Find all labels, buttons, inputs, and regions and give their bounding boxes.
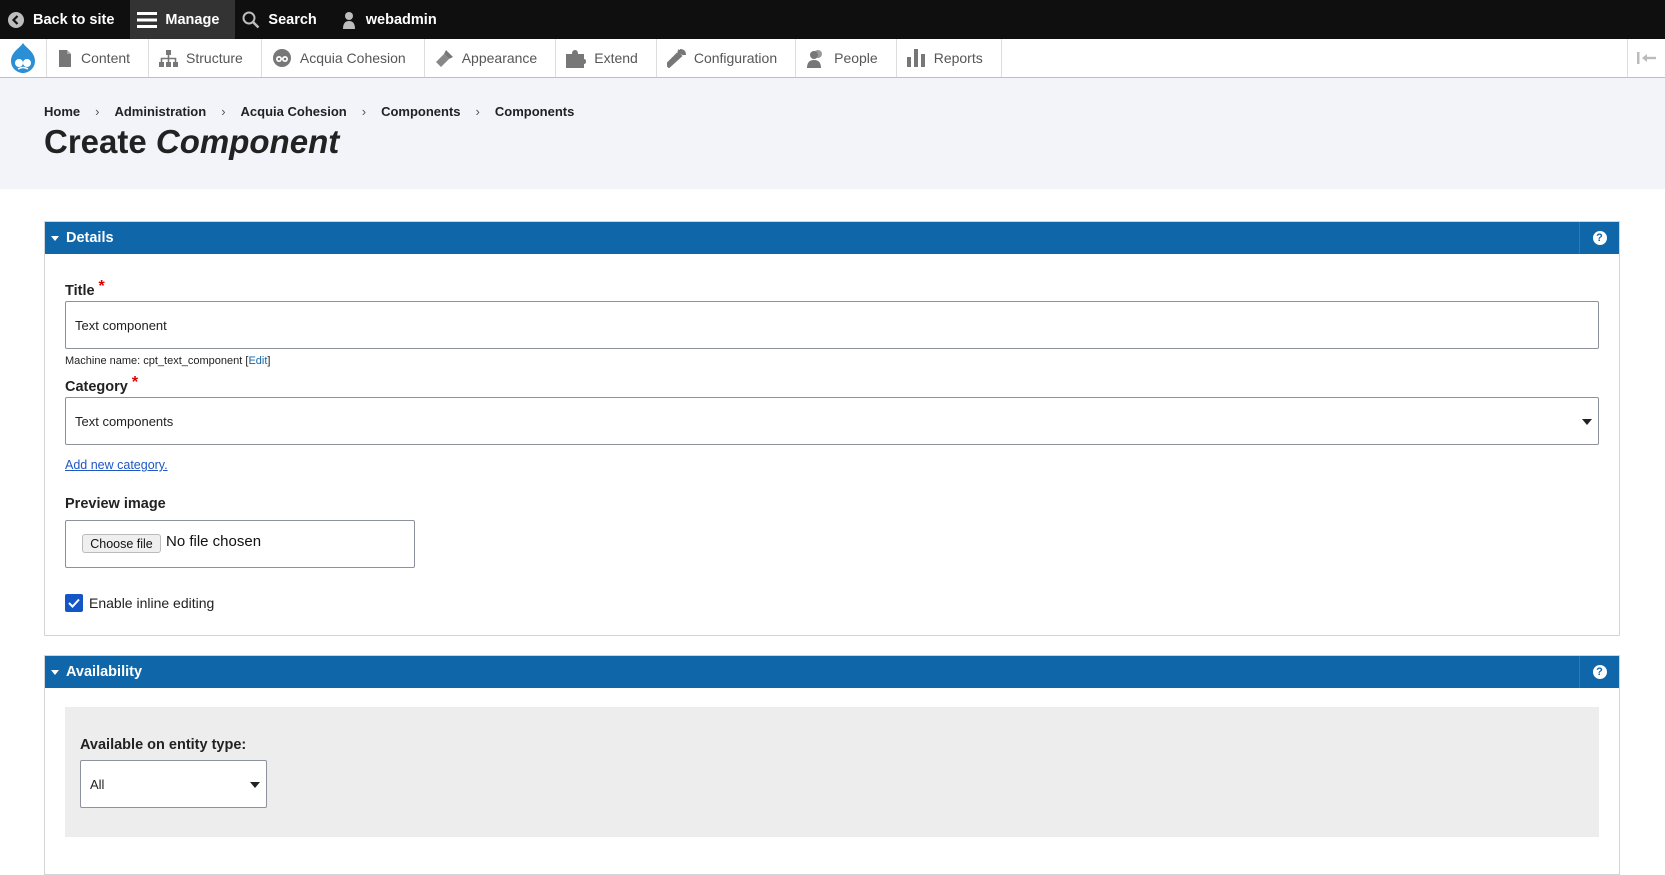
availability-fieldset: Availability ? Available on entity type:… xyxy=(44,655,1620,875)
user-icon xyxy=(342,11,355,29)
no-file-text: No file chosen xyxy=(166,533,262,550)
entity-type-container: Available on entity type: All xyxy=(65,707,1599,837)
menu-item-label: Configuration xyxy=(693,50,778,66)
top-toolbar: Back to site Manage Search webadmin xyxy=(0,0,1665,39)
manage-label: Manage xyxy=(165,11,220,28)
manage-tab[interactable]: Manage xyxy=(130,0,236,39)
collapse-arrow-icon xyxy=(1636,52,1656,64)
user-tab[interactable]: webadmin xyxy=(333,0,453,39)
page-title-emphasis: Component xyxy=(155,123,340,160)
entity-type-select[interactable]: All xyxy=(80,760,267,808)
details-heading: Details xyxy=(66,230,114,246)
menu-item-content[interactable]: Content xyxy=(47,39,150,77)
menu-item-extend[interactable]: Extend xyxy=(556,39,657,77)
add-new-category-link[interactable]: Add new category. xyxy=(65,458,168,472)
back-arrow-icon xyxy=(8,11,24,28)
file-icon xyxy=(59,49,71,67)
back-to-site-label: Back to site xyxy=(33,11,115,28)
machine-name-edit-link[interactable]: Edit xyxy=(248,355,267,367)
checkmark-icon xyxy=(68,598,80,608)
menu-item-structure[interactable]: Structure xyxy=(149,39,262,77)
collapse-tray-button[interactable] xyxy=(1627,39,1665,77)
cohesion-icon xyxy=(272,49,291,67)
preview-image-field[interactable]: Choose file No file chosen xyxy=(65,520,415,568)
menu-item-label: Appearance xyxy=(461,50,538,66)
search-icon xyxy=(242,11,260,28)
menu-item-acquia-cohesion[interactable]: Acquia Cohesion xyxy=(262,39,425,77)
category-label-text: Category xyxy=(65,379,128,395)
details-fieldset: Details ? Title * Text component Machine … xyxy=(44,221,1620,636)
machine-name-suffix: ] xyxy=(267,355,271,367)
availability-help-button[interactable]: ? xyxy=(1579,656,1619,688)
expand-triangle-icon xyxy=(51,235,59,241)
user-label: webadmin xyxy=(365,11,437,28)
people-icon xyxy=(807,49,823,68)
choose-file-button[interactable]: Choose file xyxy=(82,534,161,553)
breadcrumb-separator: › xyxy=(475,104,480,119)
breadcrumb-separator: › xyxy=(221,104,226,119)
back-to-site-link[interactable]: Back to site xyxy=(0,0,130,39)
menu-item-configuration[interactable]: Configuration xyxy=(657,39,797,77)
chevron-down-icon xyxy=(250,782,260,788)
title-label-text: Title xyxy=(65,283,95,299)
wrench-icon xyxy=(666,48,686,68)
breadcrumb: Home › Administration › Acquia Cohesion … xyxy=(44,104,574,119)
help-icon: ? xyxy=(1592,665,1607,679)
menu-item-reports[interactable]: Reports xyxy=(897,39,1002,77)
drupal-logo-icon[interactable] xyxy=(0,39,47,77)
required-marker: * xyxy=(131,374,139,391)
details-toggle[interactable]: Details ? xyxy=(45,222,1619,254)
availability-heading: Availability xyxy=(66,664,143,680)
admin-menu-tray: Content Structure Acquia Cohesion Appear… xyxy=(0,39,1665,78)
category-label: Category * xyxy=(65,374,138,395)
page-header: Home › Administration › Acquia Cohesion … xyxy=(0,78,1665,189)
menu-item-label: Reports xyxy=(933,50,983,66)
title-input-value: Text component xyxy=(75,317,167,333)
details-help-button[interactable]: ? xyxy=(1579,222,1619,254)
preview-image-label: Preview image xyxy=(65,496,166,512)
required-marker: * xyxy=(98,278,105,295)
expand-triangle-icon xyxy=(51,669,59,675)
menu-item-people[interactable]: People xyxy=(796,39,897,77)
breadcrumb-home[interactable]: Home xyxy=(44,104,80,119)
menu-item-label: People xyxy=(834,50,878,66)
puzzle-icon xyxy=(566,49,587,68)
help-icon: ? xyxy=(1592,231,1607,245)
entity-type-label: Available on entity type: xyxy=(80,737,247,753)
menu-item-label: Acquia Cohesion xyxy=(299,50,406,66)
breadcrumb-separator: › xyxy=(95,104,100,119)
page-title-prefix: Create xyxy=(44,123,147,160)
menu-item-label: Extend xyxy=(594,50,638,66)
availability-toggle[interactable]: Availability ? xyxy=(45,656,1619,688)
machine-name-text: Machine name: cpt_text_component [ xyxy=(65,355,249,367)
search-tab[interactable]: Search xyxy=(235,0,332,39)
inline-editing-label[interactable]: Enable inline editing xyxy=(89,595,214,611)
breadcrumb-components[interactable]: Components xyxy=(381,104,460,119)
paintbrush-icon xyxy=(435,49,453,67)
menu-item-label: Structure xyxy=(186,50,243,66)
breadcrumb-components-current[interactable]: Components xyxy=(495,104,574,119)
title-input[interactable]: Text component xyxy=(65,301,1599,349)
category-select-value: Text components xyxy=(75,413,174,429)
breadcrumb-administration[interactable]: Administration xyxy=(114,104,206,119)
inline-editing-checkbox[interactable] xyxy=(65,594,83,612)
entity-type-select-value: All xyxy=(90,776,105,792)
breadcrumb-separator: › xyxy=(361,104,367,119)
menu-item-label: Content xyxy=(81,50,131,66)
menu-item-appearance[interactable]: Appearance xyxy=(425,39,557,77)
category-select[interactable]: Text components xyxy=(65,397,1599,445)
search-label: Search xyxy=(268,11,317,28)
page-title: Create Component xyxy=(44,123,339,161)
bar-chart-icon xyxy=(906,49,925,67)
title-label: Title * xyxy=(65,278,105,299)
sitemap-icon xyxy=(159,49,179,67)
hamburger-icon xyxy=(137,11,158,28)
machine-name: Machine name: cpt_text_component [Edit] xyxy=(65,355,270,367)
chevron-down-icon xyxy=(1582,419,1592,425)
breadcrumb-acquia-cohesion[interactable]: Acquia Cohesion xyxy=(241,104,347,119)
